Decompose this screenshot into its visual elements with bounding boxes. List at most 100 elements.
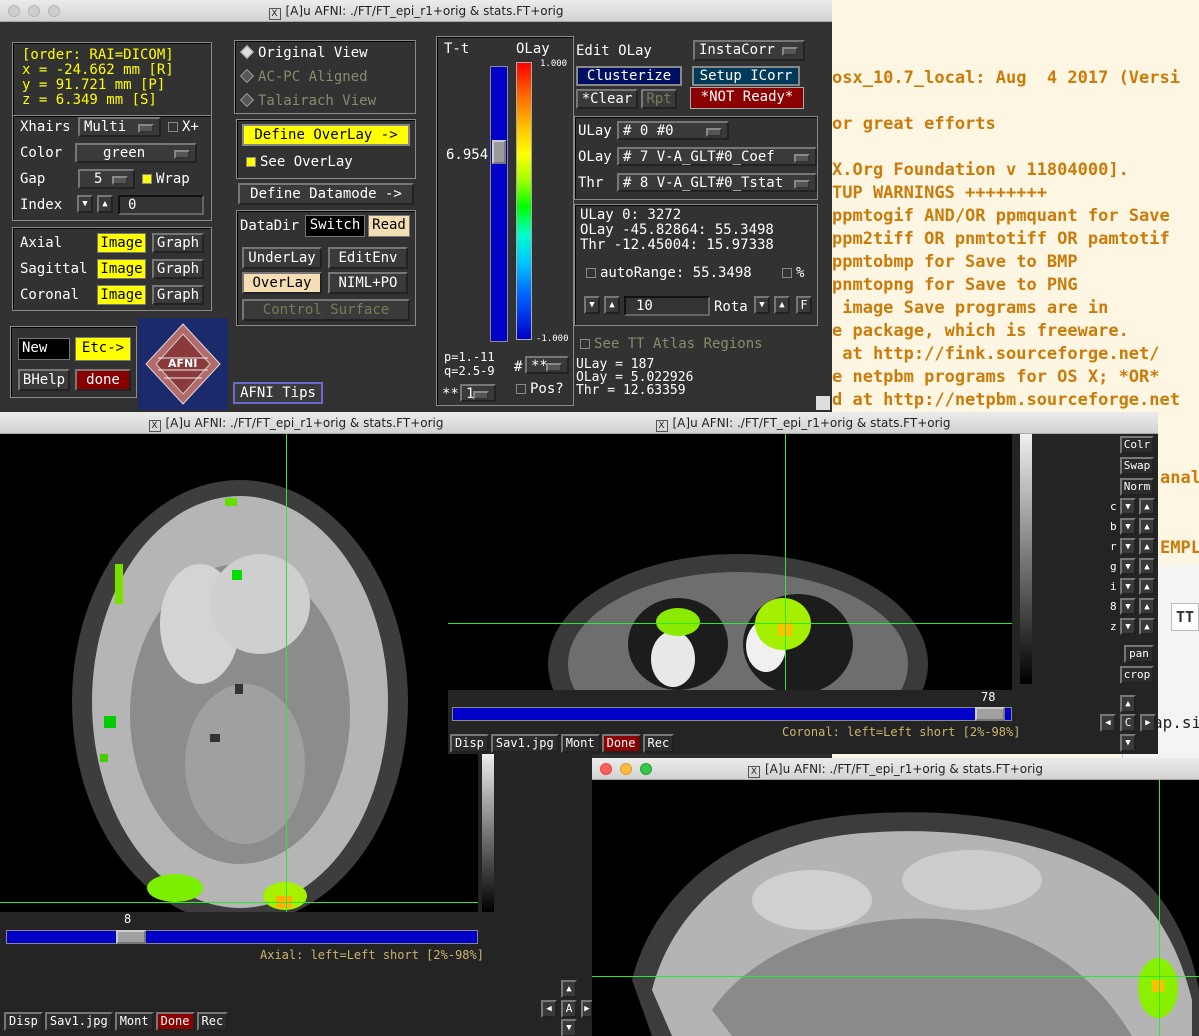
axial-graph-button[interactable]: Graph bbox=[152, 233, 204, 253]
coronal-graph-button[interactable]: Graph bbox=[152, 285, 204, 305]
clear-button[interactable]: *Clear bbox=[576, 89, 638, 109]
coronal-disp-button[interactable]: Disp bbox=[450, 734, 489, 753]
wrap-checkbox[interactable] bbox=[142, 174, 152, 184]
gap-menu[interactable]: 5 bbox=[78, 169, 135, 189]
rota-input[interactable]: 10 bbox=[624, 296, 710, 316]
done-button[interactable]: done bbox=[75, 369, 131, 391]
close-icon[interactable] bbox=[600, 763, 612, 775]
new-button[interactable]: New bbox=[18, 338, 70, 360]
side-up-arrow-icon[interactable]: ▲ bbox=[1139, 538, 1155, 555]
editenv-button[interactable]: EditEnv bbox=[328, 247, 408, 269]
color-menu[interactable]: green bbox=[75, 143, 197, 163]
index-input[interactable]: 0 bbox=[118, 195, 204, 215]
side-down-arrow-icon[interactable]: ▼ bbox=[1120, 518, 1136, 535]
afni-tips-button[interactable]: AFNI Tips bbox=[233, 382, 323, 404]
see-overlay-toggle[interactable]: See OverLay bbox=[246, 153, 353, 171]
xplus-checkbox[interactable] bbox=[168, 122, 178, 132]
axial-save-button[interactable]: Sav1.jpg bbox=[44, 1012, 113, 1031]
acpc-view-radio[interactable]: AC-PC Aligned bbox=[239, 68, 368, 86]
side-up-arrow-icon[interactable]: ▲ bbox=[1139, 618, 1155, 635]
coronal-save-button[interactable]: Sav1.jpg bbox=[490, 734, 559, 753]
side-down-arrow-icon[interactable]: ▼ bbox=[1120, 598, 1136, 615]
coronal-slice-slider[interactable] bbox=[452, 707, 1012, 721]
colr-button[interactable]: Colr bbox=[1120, 436, 1154, 454]
read-button[interactable]: Read bbox=[368, 215, 410, 237]
sagittal-image[interactable] bbox=[592, 780, 1199, 1036]
resize-grip-icon[interactable] bbox=[816, 396, 830, 410]
niml-po-button[interactable]: NIML+PO bbox=[328, 272, 408, 294]
axial-mont-button[interactable]: Mont bbox=[114, 1012, 154, 1031]
threshold-slider[interactable] bbox=[490, 66, 508, 342]
zoom-icon[interactable] bbox=[640, 763, 652, 775]
bhelp-button[interactable]: BHelp bbox=[18, 369, 70, 391]
talairach-view-radio[interactable]: Talairach View bbox=[239, 92, 376, 110]
rota-up-arrow-icon[interactable]: ▲ bbox=[774, 296, 790, 314]
coronal-pan-up-icon[interactable]: ▲ bbox=[1120, 695, 1136, 713]
minimize-icon[interactable] bbox=[28, 5, 40, 17]
side-up-arrow-icon[interactable]: ▲ bbox=[1139, 598, 1155, 615]
autorange-checkbox[interactable] bbox=[586, 268, 596, 278]
threshold-slider-thumb[interactable] bbox=[492, 140, 506, 164]
side-up-arrow-icon[interactable]: ▲ bbox=[1139, 518, 1155, 535]
define-datamode-button[interactable]: Define Datamode -> bbox=[238, 183, 414, 205]
coronal-mont-button[interactable]: Mont bbox=[560, 734, 600, 753]
see-tt-toggle[interactable]: See TT Atlas Regions bbox=[580, 335, 763, 353]
axial-pan-up-icon[interactable]: ▲ bbox=[561, 980, 577, 998]
norm-button[interactable]: Norm bbox=[1120, 478, 1154, 496]
percent-checkbox[interactable] bbox=[782, 268, 792, 278]
zoom-icon[interactable] bbox=[48, 5, 60, 17]
rota-down-arrow-icon[interactable]: ▼ bbox=[754, 296, 770, 314]
underlay-button[interactable]: UnderLay bbox=[242, 247, 322, 269]
side-up-arrow-icon[interactable]: ▲ bbox=[1139, 558, 1155, 575]
see-overlay-checkbox[interactable] bbox=[246, 157, 256, 167]
side-down-arrow-icon[interactable]: ▼ bbox=[1120, 558, 1136, 575]
olay-menu[interactable]: # 7 V-A_GLT#0_Coef bbox=[617, 147, 817, 166]
coronal-pan-down-icon[interactable]: ▼ bbox=[1120, 734, 1136, 752]
switch-button[interactable]: Switch bbox=[305, 215, 365, 237]
close-icon[interactable] bbox=[8, 5, 20, 17]
sagittal-graph-button[interactable]: Graph bbox=[152, 259, 204, 279]
color-count-menu[interactable]: ** bbox=[525, 356, 569, 374]
coronal-rec-button[interactable]: Rec bbox=[642, 734, 675, 753]
minimize-icon[interactable] bbox=[620, 763, 632, 775]
sagittal-image-button[interactable]: Image bbox=[97, 259, 146, 279]
ulay-menu[interactable]: # 0 #0 bbox=[617, 121, 729, 140]
setup-icorr-button[interactable]: Setup ICorr bbox=[692, 66, 800, 86]
original-view-radio[interactable]: Original View bbox=[239, 44, 368, 62]
side-down-arrow-icon[interactable]: ▼ bbox=[1120, 618, 1136, 635]
index-up-arrow-icon[interactable]: ▲ bbox=[97, 195, 113, 213]
wrap-toggle[interactable]: Wrap bbox=[142, 170, 190, 188]
range-up-arrow-icon[interactable]: ▲ bbox=[604, 296, 620, 314]
swap-button[interactable]: Swap bbox=[1120, 457, 1154, 475]
pan-button[interactable]: pan bbox=[1124, 645, 1154, 663]
xplus-toggle[interactable]: X+ bbox=[168, 118, 199, 136]
axial-grayscale-bar[interactable] bbox=[482, 752, 494, 912]
side-down-arrow-icon[interactable]: ▼ bbox=[1120, 538, 1136, 555]
axial-slice-slider[interactable] bbox=[6, 930, 478, 944]
crop-button[interactable]: crop bbox=[1120, 666, 1154, 684]
xhairs-menu[interactable]: Multi bbox=[78, 117, 161, 137]
percent-toggle[interactable]: % bbox=[782, 264, 804, 282]
overlay-colorbar[interactable] bbox=[516, 62, 532, 340]
side-down-arrow-icon[interactable]: ▼ bbox=[1120, 498, 1136, 515]
coronal-grayscale-bar[interactable] bbox=[1020, 434, 1032, 684]
coronal-pan-left-icon[interactable]: ◀ bbox=[1100, 714, 1116, 732]
see-tt-checkbox[interactable] bbox=[580, 339, 590, 349]
axial-pan-right-icon[interactable]: ▶ bbox=[581, 1000, 592, 1018]
axial-image-button[interactable]: Image bbox=[97, 233, 146, 253]
range-down-arrow-icon[interactable]: ▼ bbox=[584, 296, 600, 314]
autorange-toggle[interactable]: autoRange: 55.3498 bbox=[586, 264, 752, 282]
coronal-center-button[interactable]: C bbox=[1120, 714, 1136, 732]
overlay-button[interactable]: OverLay bbox=[242, 272, 322, 294]
coronal-done-button[interactable]: Done bbox=[601, 734, 641, 753]
flip-button[interactable]: F bbox=[796, 296, 812, 314]
axial-done-button[interactable]: Done bbox=[155, 1012, 195, 1031]
axial-rec-button[interactable]: Rec bbox=[196, 1012, 229, 1031]
etc-button[interactable]: Etc-> bbox=[75, 337, 131, 361]
control-surface-button[interactable]: Control Surface bbox=[242, 299, 410, 321]
instacorr-menu[interactable]: InstaCorr bbox=[693, 40, 805, 61]
coronal-image-button[interactable]: Image bbox=[97, 285, 146, 305]
coronal-image[interactable] bbox=[448, 434, 1012, 690]
axial-image[interactable] bbox=[0, 434, 478, 912]
thr-menu[interactable]: # 8 V-A_GLT#0_Tstat bbox=[617, 173, 817, 192]
